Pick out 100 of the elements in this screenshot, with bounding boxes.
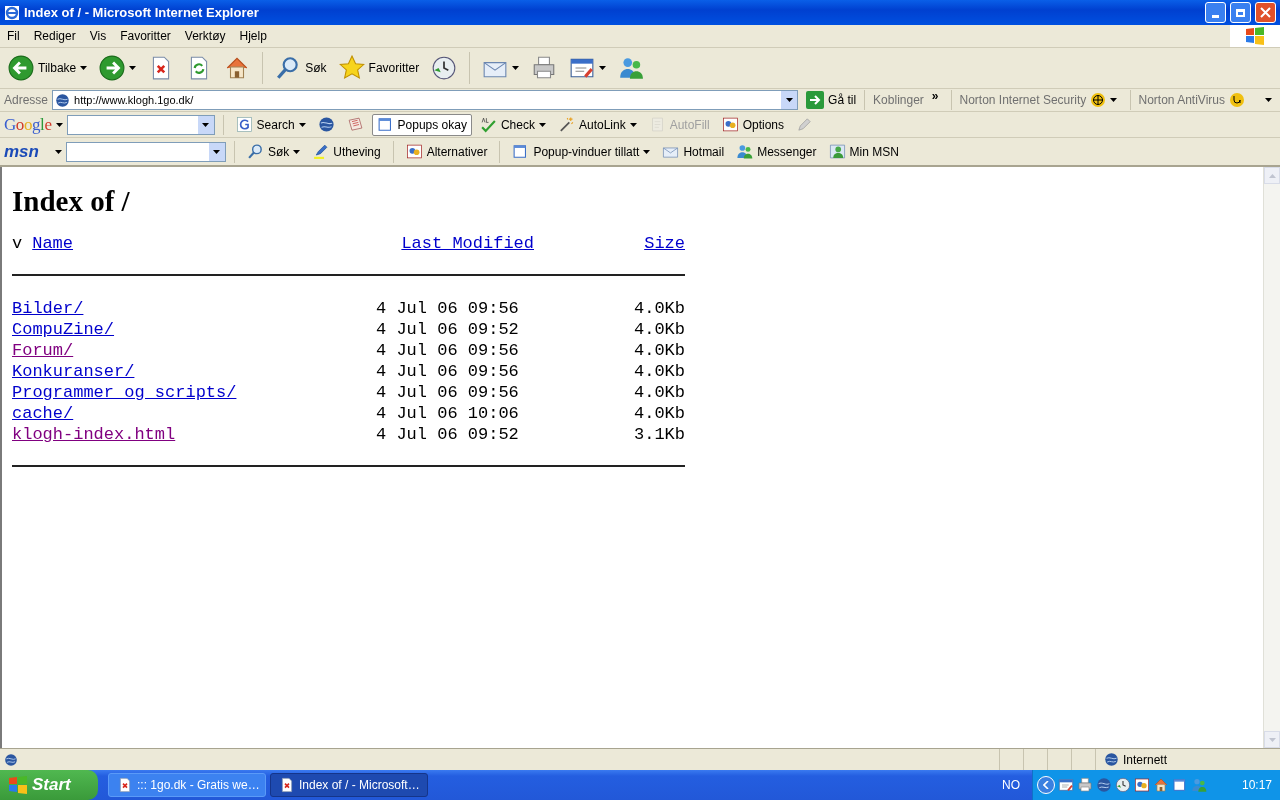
norton-security-button[interactable]: Norton Internet Security bbox=[955, 91, 1126, 109]
edit-window-icon bbox=[1058, 777, 1074, 793]
toolbar-button[interactable]: Alternativer bbox=[401, 138, 492, 165]
file-link[interactable]: klogh-index.html bbox=[12, 424, 176, 445]
windows-flag-icon bbox=[1245, 27, 1265, 45]
popup-window-icon bbox=[376, 116, 394, 133]
security-zone: Internett bbox=[1123, 751, 1168, 769]
taskbar-button[interactable]: Index of / - Microsoft… bbox=[270, 773, 428, 797]
popup-blocker-button[interactable]: Popups okay bbox=[371, 113, 472, 136]
clock: 10:17 bbox=[1241, 777, 1272, 794]
scroll-down-arrow-icon bbox=[1268, 737, 1276, 742]
options-icon bbox=[1134, 777, 1150, 793]
globe-icon bbox=[1096, 777, 1112, 793]
caret-icon[interactable] bbox=[293, 149, 301, 154]
caret-icon[interactable] bbox=[298, 122, 306, 127]
minimize-button[interactable] bbox=[1205, 2, 1226, 23]
taskbar-button[interactable]: ::: 1go.dk - Gratis we… bbox=[108, 773, 266, 797]
menu-item[interactable]: Favoritter bbox=[113, 27, 178, 45]
file-size: 4.0Kb bbox=[634, 298, 685, 319]
toolbar-button[interactable]: Check bbox=[475, 112, 550, 137]
star-icon bbox=[338, 55, 365, 81]
page-heading: Index of / bbox=[12, 184, 131, 219]
toolbar-button[interactable]: Tilbake bbox=[4, 48, 92, 88]
caret-icon[interactable] bbox=[785, 98, 793, 102]
toolbar-button[interactable]: Favoritter bbox=[334, 48, 424, 88]
toolbar-button[interactable]: Popup-vinduer tillatt bbox=[508, 138, 655, 165]
modified-date: 4 Jul 06 10:06 bbox=[376, 403, 520, 424]
file-link[interactable]: cache/ bbox=[12, 403, 74, 424]
file-link[interactable]: Programmer og scripts/ bbox=[12, 382, 237, 403]
menu-item[interactable]: Rediger bbox=[26, 27, 83, 45]
caret-icon[interactable] bbox=[643, 149, 651, 154]
printer-icon bbox=[1077, 777, 1093, 793]
toolbar-button[interactable]: Utheving bbox=[308, 138, 385, 165]
menu-item[interactable]: Verktøy bbox=[177, 27, 233, 45]
modified-date: 4 Jul 06 09:56 bbox=[376, 298, 520, 319]
google-search-field[interactable] bbox=[66, 114, 215, 135]
column-header-link[interactable]: Size bbox=[644, 233, 685, 254]
caret-icon[interactable] bbox=[512, 66, 520, 70]
menu-item[interactable]: Fil bbox=[0, 27, 27, 45]
caret-icon[interactable] bbox=[202, 122, 210, 127]
toolbar-button[interactable]: Min MSN bbox=[824, 138, 903, 165]
msn-logo[interactable]: msn bbox=[4, 138, 39, 165]
file-size: 4.0Kb bbox=[634, 340, 685, 361]
file-size: 4.0Kb bbox=[634, 361, 685, 382]
caret-icon[interactable] bbox=[599, 66, 607, 70]
modified-date: 4 Jul 06 09:56 bbox=[376, 382, 520, 403]
menu-item[interactable]: Hjelp bbox=[232, 27, 274, 45]
file-link[interactable]: Konkuranser/ bbox=[12, 361, 135, 382]
msn-search-field[interactable] bbox=[65, 141, 226, 162]
toolbar-button[interactable]: Search bbox=[231, 112, 310, 137]
toolbar-button[interactable]: Options bbox=[717, 112, 789, 137]
more-chevron[interactable]: » bbox=[931, 87, 947, 105]
caret-icon[interactable] bbox=[54, 149, 62, 154]
google-g-icon bbox=[235, 116, 253, 133]
toolbar-button[interactable]: Søk bbox=[271, 48, 331, 88]
links-label[interactable]: Koblinger bbox=[869, 91, 928, 109]
modified-date: 4 Jul 06 09:52 bbox=[376, 319, 520, 340]
caret-icon[interactable] bbox=[538, 122, 546, 127]
scroll-up-arrow-icon bbox=[1268, 173, 1276, 178]
magic-wand-icon bbox=[557, 116, 575, 133]
caret-icon[interactable] bbox=[629, 122, 637, 127]
norton-antivirus-button[interactable]: Norton AntiVirus bbox=[1134, 91, 1276, 109]
column-header-link[interactable]: Last Modified bbox=[401, 233, 534, 254]
stop-page-icon bbox=[279, 777, 295, 793]
caret-icon[interactable] bbox=[55, 122, 63, 127]
caret-icon[interactable] bbox=[213, 149, 221, 154]
address-label: Adresse bbox=[4, 92, 49, 109]
globe-icon bbox=[55, 92, 71, 108]
close-icon bbox=[1260, 7, 1271, 18]
google-logo[interactable]: Google bbox=[4, 111, 52, 138]
file-link[interactable]: CompuZine/ bbox=[12, 319, 115, 340]
scrollbar[interactable] bbox=[1263, 167, 1280, 748]
stop-page-icon bbox=[117, 777, 133, 793]
column-header-link[interactable]: Name bbox=[32, 233, 73, 254]
people-icon bbox=[736, 143, 754, 160]
caret-icon[interactable] bbox=[80, 66, 88, 70]
options-icon bbox=[405, 143, 423, 160]
people-icon bbox=[1191, 777, 1207, 793]
caret-icon[interactable] bbox=[1265, 98, 1272, 102]
menu-item[interactable]: Vis bbox=[82, 27, 114, 45]
file-link[interactable]: Forum/ bbox=[12, 340, 74, 361]
toolbar-button[interactable]: Messenger bbox=[732, 138, 821, 165]
toolbar-button[interactable]: AutoLink bbox=[553, 112, 641, 137]
tray-expand-button[interactable] bbox=[1037, 776, 1055, 794]
search-icon bbox=[246, 143, 264, 160]
caret-icon[interactable] bbox=[1110, 98, 1118, 102]
pencil-icon bbox=[796, 116, 814, 133]
close-button[interactable] bbox=[1255, 2, 1276, 23]
go-button[interactable]: Gå til bbox=[802, 91, 861, 109]
file-link[interactable]: Bilder/ bbox=[12, 298, 84, 319]
windows-flag-icon bbox=[8, 776, 28, 794]
spellcheck-icon bbox=[479, 116, 497, 133]
toolbar-button[interactable]: Hotmail bbox=[658, 138, 729, 165]
toolbar-button[interactable]: Søk bbox=[242, 138, 305, 165]
restore-button[interactable] bbox=[1230, 2, 1251, 23]
address-field[interactable]: http://www.klogh.1go.dk/ bbox=[52, 90, 799, 110]
stethoscope-icon bbox=[1229, 92, 1245, 108]
file-size: 3.1Kb bbox=[634, 424, 685, 445]
language-indicator[interactable]: NO bbox=[1002, 776, 1032, 794]
caret-icon[interactable] bbox=[129, 66, 137, 70]
